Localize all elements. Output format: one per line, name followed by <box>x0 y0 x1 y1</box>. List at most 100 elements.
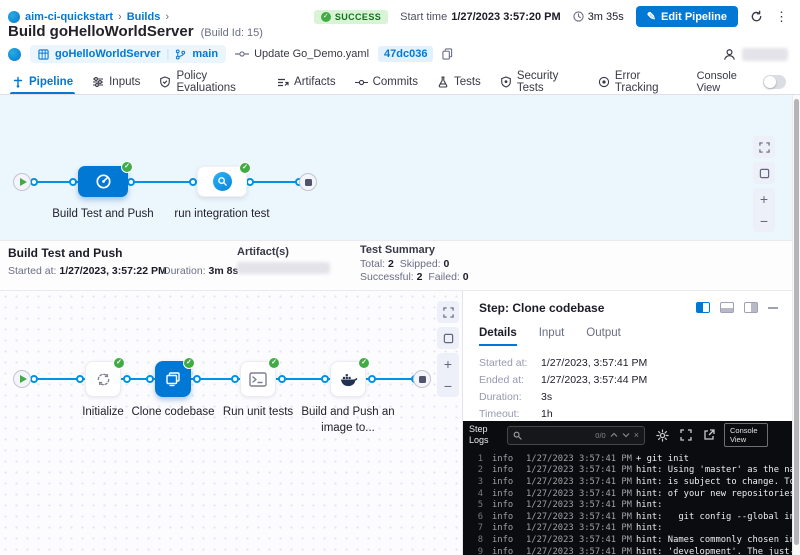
console-title: Step Logs <box>469 424 503 446</box>
tab-input[interactable]: Input <box>539 327 565 346</box>
fullscreen-icon <box>443 307 454 318</box>
layout-split-left-icon[interactable] <box>696 302 710 313</box>
total-duration: 3m 35s <box>573 11 624 23</box>
fit-view-icon <box>443 333 454 344</box>
breadcrumb-separator: › <box>118 11 122 23</box>
log-line: 9info1/27/2023 3:57:41 PMhint: 'developm… <box>471 546 792 555</box>
edge-connector-dot <box>231 375 239 383</box>
log-search-box[interactable]: 0/0 × <box>507 426 645 445</box>
zoom-in-button[interactable]: + <box>437 353 459 375</box>
repo-branch-pill[interactable]: goHelloWorldServer | main <box>30 45 226 63</box>
tab-security-tests[interactable]: Security Tests <box>500 70 579 94</box>
tab-error-tracking[interactable]: Error Tracking <box>598 70 678 94</box>
edge-connector-dot <box>321 375 329 383</box>
log-fullscreen-button[interactable] <box>680 429 692 441</box>
pill-divider: | <box>167 48 170 60</box>
breadcrumb-project[interactable]: aim-ci-quickstart <box>25 11 113 23</box>
search-prev-button[interactable] <box>610 432 618 438</box>
edge-connector-dot <box>246 178 254 186</box>
initialize-sync-icon <box>95 371 112 388</box>
error-tracking-icon <box>598 76 610 88</box>
step-node-clone-codebase[interactable]: ✓ <box>155 361 191 397</box>
tab-pipeline[interactable]: Pipeline <box>12 70 73 94</box>
security-shield-icon <box>500 76 512 88</box>
stage-node-build-test-and-push[interactable]: ✓ <box>78 166 128 197</box>
console-view-toggle[interactable] <box>763 75 786 89</box>
edge-connector-dot <box>189 178 197 186</box>
status-badge: ✓ SUCCESS <box>314 10 388 24</box>
search-clear-button[interactable]: × <box>634 431 639 440</box>
repository-icon <box>38 49 49 60</box>
log-settings-button[interactable] <box>656 429 669 442</box>
step-label[interactable]: Build and Push an image to... <box>293 405 403 436</box>
success-check-icon: ✓ <box>358 357 370 369</box>
tab-tests[interactable]: Tests <box>437 70 481 94</box>
project-icon <box>8 11 20 23</box>
commit-icon <box>235 49 249 59</box>
stage-label[interactable]: run integration test <box>167 207 277 223</box>
canvas-fit-button[interactable] <box>437 327 459 349</box>
success-check-icon: ✓ <box>268 357 280 369</box>
start-time-label: Start time <box>400 11 447 23</box>
redacted-artifact-value <box>237 262 330 274</box>
minimize-panel-icon[interactable] <box>768 307 778 309</box>
tab-output[interactable]: Output <box>586 327 621 346</box>
log-lines[interactable]: 1info1/27/2023 3:57:41 PM+ git init 2inf… <box>463 449 792 555</box>
build-page: aim-ci-quickstart › Builds › ✓ SUCCESS S… <box>0 0 800 555</box>
console-toolbar: Step Logs 0/0 × Console View <box>463 421 792 449</box>
tab-details[interactable]: Details <box>479 327 517 346</box>
open-in-new-button[interactable] <box>703 429 715 441</box>
step-detail-fields: Started at: 1/27/2023, 3:57:41 PM Ended … <box>479 357 647 425</box>
tab-artifacts[interactable]: Artifacts <box>277 70 336 94</box>
stage-start-node <box>13 370 31 388</box>
copy-icon[interactable] <box>442 48 453 60</box>
search-next-button[interactable] <box>622 432 630 438</box>
artifacts-label: Artifact(s) <box>237 246 289 258</box>
edge-connector-dot <box>123 375 131 383</box>
more-options-button[interactable]: ⋮ <box>775 9 788 25</box>
breadcrumb: aim-ci-quickstart › Builds › <box>8 11 169 23</box>
layout-right-icon[interactable] <box>744 302 758 313</box>
step-graph-canvas[interactable]: ✓ ✓ ✓ ✓ Initialize Clone codebase Run un… <box>0 290 462 555</box>
branch-name[interactable]: main <box>192 48 218 60</box>
docker-icon <box>339 372 358 387</box>
scrollbar-thumb[interactable] <box>794 99 799 545</box>
header-title-row: Build goHelloWorldServer (Build Id: 15) <box>8 23 263 40</box>
zoom-out-button[interactable]: − <box>437 375 459 397</box>
step-node-run-unit-tests[interactable]: ✓ <box>240 361 276 397</box>
zoom-in-button[interactable]: + <box>753 188 775 210</box>
start-time-value: 1/27/2023 3:57:20 PM <box>451 11 560 23</box>
breadcrumb-builds[interactable]: Builds <box>127 11 161 23</box>
edge-connector-dot <box>146 375 154 383</box>
edge-connector-dot <box>127 178 135 186</box>
canvas-fullscreen-button[interactable] <box>753 136 775 158</box>
canvas-fit-button[interactable] <box>753 162 775 184</box>
pipeline-icon <box>12 76 24 88</box>
canvas-fullscreen-button[interactable] <box>437 301 459 323</box>
clone-codebase-icon <box>164 370 182 388</box>
stage-details-strip: Build Test and Push Started at: 1/27/202… <box>0 240 792 290</box>
stage-node-run-integration-test[interactable]: ✓ <box>197 166 247 197</box>
commit-sha-link[interactable]: 47dc036 <box>378 46 433 62</box>
tab-commits[interactable]: Commits <box>355 70 418 94</box>
total-duration-value: 3m 35s <box>588 11 624 23</box>
fit-view-icon <box>759 168 770 179</box>
edit-pipeline-button[interactable]: ✎ Edit Pipeline <box>636 6 738 27</box>
stage-label[interactable]: Build Test and Push <box>48 207 158 223</box>
repo-name[interactable]: goHelloWorldServer <box>55 48 161 60</box>
refresh-button[interactable] <box>750 10 763 23</box>
zoom-out-button[interactable]: − <box>753 210 775 232</box>
stage-end-node <box>413 370 431 388</box>
layout-bottom-icon[interactable] <box>720 302 734 313</box>
stage-graph-canvas[interactable]: ✓ ✓ Build Test and Push run integration … <box>0 95 792 240</box>
tab-policy-evaluations[interactable]: Policy Evaluations <box>159 70 258 94</box>
tab-inputs[interactable]: Inputs <box>92 70 140 94</box>
build-id: (Build Id: 15) <box>201 27 263 39</box>
step-node-initialize[interactable]: ✓ <box>85 361 121 397</box>
log-line: 2info1/27/2023 3:57:41 PMhint: Using 'ma… <box>471 465 792 477</box>
console-view-button[interactable]: Console View <box>724 423 768 448</box>
ci-stage-icon <box>94 172 113 191</box>
policy-shield-icon <box>159 76 171 88</box>
step-node-build-and-push[interactable]: ✓ <box>330 361 366 397</box>
page-scrollbar[interactable] <box>792 95 800 555</box>
